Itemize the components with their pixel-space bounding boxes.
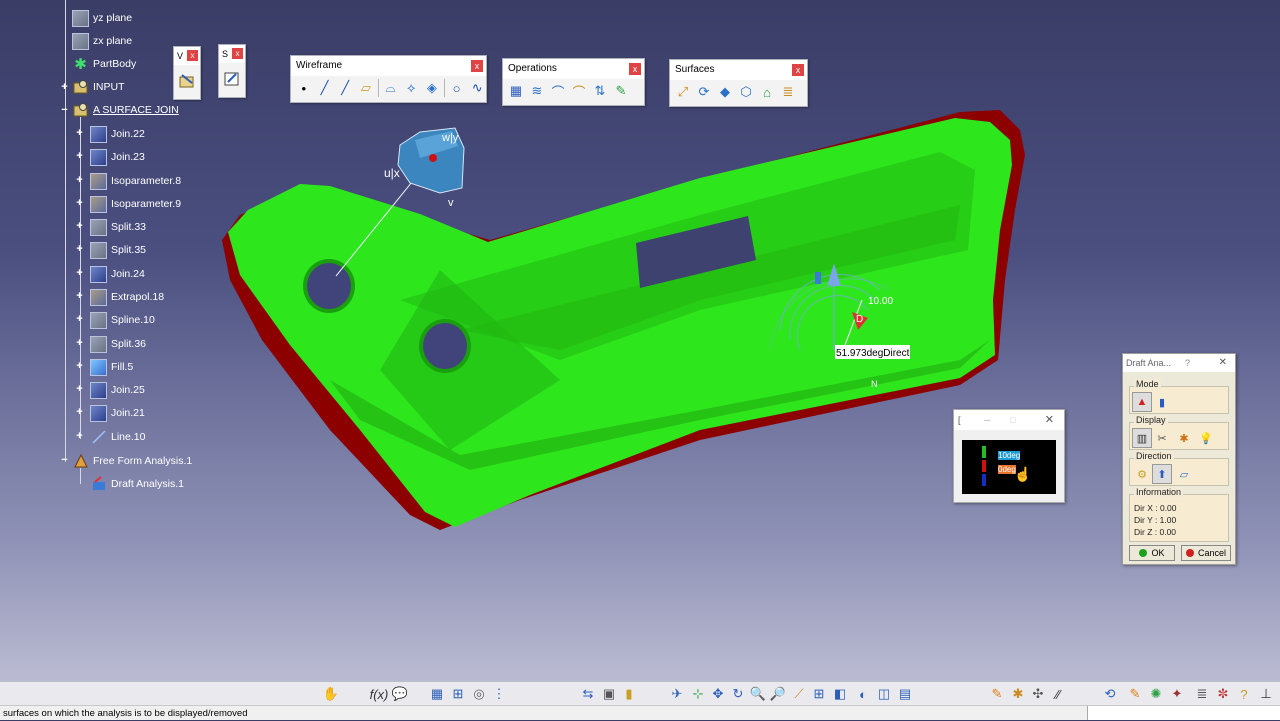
compass-u-label: u|x	[384, 166, 400, 180]
lock-icon: ▱	[1179, 468, 1189, 481]
color-scale-window: [ ─ □ ✕ 10deg 0deg ☝	[953, 409, 1065, 503]
table-icon[interactable]: ▦	[428, 685, 446, 703]
dir-y-value: Dir Y : 1.00	[1134, 515, 1177, 525]
status-bar: surfaces on which the analysis is to be …	[0, 705, 1280, 720]
color-scale-toggle-button[interactable]: ▥	[1132, 428, 1152, 448]
dir-z-value: Dir Z : 0.00	[1134, 527, 1177, 537]
cancel-icon	[1185, 549, 1194, 557]
zoom-in-icon[interactable]: 🔍	[749, 685, 767, 703]
zoom-out-icon[interactable]: 🔎	[769, 685, 787, 703]
ok-button[interactable]: OK	[1129, 545, 1175, 561]
information-frame: Information Dir X : 0.00 Dir Y : 1.00 Di…	[1129, 487, 1229, 542]
analysis-icon[interactable]: ⟲	[1101, 685, 1119, 703]
formula-icon[interactable]: f(x)	[370, 685, 389, 703]
options-icon[interactable]: ≣	[1193, 685, 1211, 703]
connect-icon[interactable]: ✣	[1029, 685, 1047, 703]
axis-system-icon[interactable]: ⊥	[1257, 685, 1275, 703]
color-scale-panel[interactable]: 10deg 0deg ☝	[962, 440, 1056, 494]
close-icon[interactable]: ✕	[1045, 410, 1054, 430]
porcupine-icon[interactable]: ✺	[1147, 685, 1165, 703]
connect-checker-icon[interactable]: ✦	[1168, 685, 1186, 703]
cursor-toggle-button[interactable]: ✂	[1152, 428, 1172, 448]
manipulator-d-label: D	[856, 314, 863, 325]
scale-icon: ▥	[1136, 432, 1148, 445]
mesh-icon[interactable]: ✱	[1009, 685, 1027, 703]
ok-icon	[1139, 549, 1148, 557]
comment-icon[interactable]: 💬	[391, 685, 409, 703]
surface-tool-icon[interactable]: ✎	[988, 685, 1006, 703]
3d-viewport[interactable]: u|x w|y v D 10.00 51.973degDirect N	[0, 0, 1280, 680]
hand-cursor-icon: ☝	[1014, 466, 1032, 482]
full-mode-icon: ▮	[1158, 396, 1166, 409]
close-icon[interactable]: ✕	[1219, 354, 1227, 372]
apply-material-icon[interactable]: ◎	[470, 685, 488, 703]
measure-icon[interactable]: ▮	[620, 685, 638, 703]
quick-mode-icon: ▲	[1136, 396, 1148, 408]
direction-frame: Direction ⚙ ⬆ ▱	[1129, 451, 1229, 486]
knowledge-icon[interactable]: ⋮	[490, 685, 508, 703]
cut-icon[interactable]: ▣	[600, 685, 618, 703]
hide-show-icon[interactable]: ◫	[875, 685, 893, 703]
multi-view-icon[interactable]: ⊞	[810, 685, 828, 703]
highlight-icon[interactable]: ✼	[1214, 685, 1232, 703]
dir-x-value: Dir X : 0.00	[1134, 503, 1177, 513]
fly-mode-icon[interactable]: ✈	[668, 685, 686, 703]
draft-analysis-dialog: Draft Ana... ? ✕ Mode ▲ ▮ Display ▥ ✂ ✱ …	[1122, 353, 1236, 565]
hand-icon[interactable]: ✋	[322, 685, 340, 703]
light-toggle-button[interactable]: 💡	[1196, 428, 1216, 448]
cancel-button[interactable]: Cancel	[1181, 545, 1231, 561]
status-message: surfaces on which the analysis is to be …	[3, 708, 248, 719]
swap-icon[interactable]: ⇆	[579, 685, 597, 703]
mode-frame: Mode ▲ ▮	[1129, 379, 1229, 414]
inverse-icon: ✱	[1179, 432, 1189, 445]
scale-entry-10deg[interactable]: 10deg	[996, 450, 1022, 461]
tree-icon[interactable]: ⊞	[449, 685, 467, 703]
quick-mode-button[interactable]: ▲	[1132, 392, 1152, 412]
lock-direction-button[interactable]: ▱	[1174, 464, 1194, 484]
rotate-icon[interactable]: ↻	[729, 685, 747, 703]
swap-visible-icon[interactable]: ▤	[896, 685, 914, 703]
normal-view-icon[interactable]: ⟋	[790, 685, 808, 703]
compass-v-label: v	[448, 197, 454, 209]
manipulator-normal-label: N	[871, 379, 878, 389]
direction-arrow-icon: ⬆	[1157, 468, 1167, 481]
iso-view-icon[interactable]: ◧	[831, 685, 849, 703]
inverse-toggle-button[interactable]: ✱	[1174, 428, 1194, 448]
curve-analysis-icon[interactable]: ∕∕	[1049, 685, 1067, 703]
bottom-toolbar: ✋ f(x) 💬 ▦ ⊞ ◎ ⋮ ⇆ ▣ ▮ ✈ ⊹ ✥ ↻ 🔍 🔎 ⟋ ⊞ ◧…	[0, 681, 1280, 706]
draft-tool-icon[interactable]: ✎	[1126, 685, 1144, 703]
shading-icon[interactable]: ◐	[854, 685, 872, 703]
bulb-icon: 💡	[1199, 432, 1213, 445]
minimize-icon[interactable]: ─	[984, 410, 990, 430]
full-mode-button[interactable]: ▮	[1152, 392, 1172, 412]
compass-direction-button[interactable]: ⚙	[1132, 464, 1152, 484]
select-direction-button[interactable]: ⬆	[1152, 464, 1172, 484]
command-input[interactable]	[1087, 706, 1280, 720]
help-icon[interactable]: ?	[1235, 685, 1253, 703]
maximize-icon[interactable]: □	[1010, 410, 1015, 430]
compass-w-label: w|y	[441, 132, 459, 144]
compass-icon: ⚙	[1137, 468, 1147, 481]
cursor-icon: ✂	[1157, 432, 1167, 445]
pan-icon[interactable]: ✥	[709, 685, 727, 703]
fit-all-icon[interactable]: ⊹	[689, 685, 707, 703]
help-icon[interactable]: ?	[1185, 354, 1190, 372]
display-frame: Display ▥ ✂ ✱ 💡	[1129, 415, 1229, 450]
manipulator-value-label: 10.00	[868, 296, 893, 307]
manipulator-angle-label: 51.973degDirect	[836, 348, 910, 359]
